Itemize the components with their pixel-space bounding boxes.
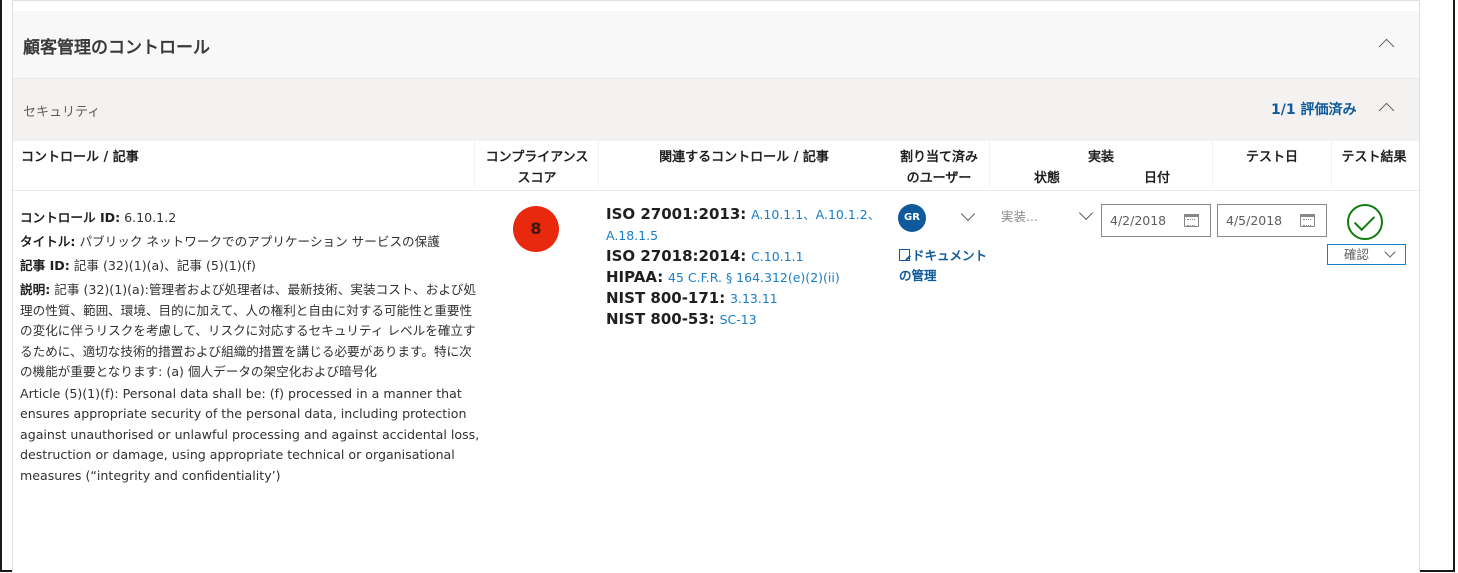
implementation-status-select[interactable]: 実装... [1001, 205, 1097, 228]
document-edit-icon [899, 249, 910, 261]
chevron-down-icon [1384, 246, 1396, 258]
implementation-status-placeholder: 実装... [1001, 209, 1038, 224]
controls-card: 顧客管理のコントロール セキュリティ 1/1 評価済み コントロール / 記事 … [12, 0, 1420, 572]
control-details: コントロール ID: 6.10.1.2 タイトル: パブリック ネットワークでの… [20, 206, 480, 486]
group-title: セキュリティ [23, 105, 101, 120]
column-header-score-line1: コンプライアンス [485, 150, 589, 165]
article-id-line: 記事 ID: 記事 (32)(1)(a)、記事 (5)(1)(f) [20, 254, 480, 278]
column-header-impl-status: 状態 [1033, 171, 1060, 186]
compliance-score-badge: 8 [513, 206, 559, 252]
column-header-assigned-line2: のユーザー [906, 171, 972, 186]
header-rule [13, 190, 1419, 191]
article-text: Article (5)(1)(f): Personal data shall b… [20, 385, 480, 483]
column-header-control: コントロール / 記事 [21, 150, 139, 165]
description-label: 説明: [20, 282, 51, 297]
check-circle-icon [1347, 204, 1383, 240]
section-title: 顧客管理のコントロール [23, 38, 210, 58]
confirm-label: 確認 [1344, 247, 1370, 262]
column-header-test-date: テスト日 [1245, 150, 1298, 165]
column-divider [474, 141, 475, 187]
collapse-group-chevron-icon[interactable] [1378, 102, 1395, 119]
section-header[interactable]: 顧客管理のコントロール [13, 11, 1419, 79]
related-standard: NIST 800-53: [606, 310, 715, 328]
column-header-score-line2: スコア [517, 171, 557, 186]
column-header-related: 関連するコントロール / 記事 [659, 150, 829, 165]
column-header-test-result: テスト結果 [1341, 150, 1407, 165]
related-control-item: NIST 800-171: 3.13.11 [606, 288, 881, 309]
column-header-impl-date: 日付 [1143, 171, 1170, 186]
column-header-implementation: 実装 [1087, 150, 1114, 165]
manage-document-label: ドキュメントの管理 [899, 248, 988, 283]
column-header-assigned-line1: 割り当て済み [899, 150, 978, 165]
related-standard: ISO 27001:2013: [606, 205, 747, 223]
group-header[interactable]: セキュリティ 1/1 評価済み [13, 79, 1419, 141]
collapse-section-chevron-icon[interactable] [1378, 38, 1395, 55]
control-id-label: コントロール ID: [20, 210, 121, 225]
related-refs-link[interactable]: SC-13 [720, 312, 757, 327]
control-title-line: タイトル: パブリック ネットワークでのアプリケーション サービスの保護 [20, 230, 480, 254]
chevron-down-icon [1078, 205, 1094, 221]
article-id-label: 記事 ID: [20, 258, 70, 273]
related-refs-link[interactable]: C.10.1.1 [751, 249, 803, 264]
related-control-item: HIPAA: 45 C.F.R. § 164.312(e)(2)(ii) [606, 267, 881, 288]
assigned-user-dropdown-chevron-icon[interactable] [960, 206, 976, 222]
column-header-score: コンプライアンス スコア [476, 147, 598, 189]
control-id-value: 6.10.1.2 [124, 210, 177, 225]
control-title-label: タイトル: [20, 234, 76, 249]
related-control-item: NIST 800-53: SC-13 [606, 309, 881, 330]
group-assessed-status: 1/1 評価済み [1271, 102, 1357, 118]
control-title-value: パブリック ネットワークでのアプリケーション サービスの保護 [79, 234, 440, 249]
column-header-assigned: 割り当て済み のユーザー [889, 147, 989, 189]
calendar-icon[interactable] [1300, 214, 1315, 227]
related-refs-link[interactable]: 3.13.11 [730, 291, 778, 306]
related-control-item: ISO 27001:2013: A.10.1.1、A.10.1.2、A.18.1… [606, 204, 881, 246]
related-refs-link[interactable]: 45 C.F.R. § 164.312(e)(2)(ii) [668, 270, 840, 285]
related-controls-list: ISO 27001:2013: A.10.1.1、A.10.1.2、A.18.1… [606, 204, 881, 330]
calendar-icon[interactable] [1184, 214, 1199, 227]
manage-document-link[interactable]: ドキュメントの管理 [899, 246, 999, 286]
article-id-value: 記事 (32)(1)(a)、記事 (5)(1)(f) [73, 258, 256, 273]
description-value: 記事 (32)(1)(a):管理者および処理者は、最新技術、実装コスト、および処… [20, 282, 477, 379]
related-standard: NIST 800-171: [606, 289, 726, 307]
control-id-line: コントロール ID: 6.10.1.2 [20, 206, 480, 230]
control-description: 説明: 記事 (32)(1)(a):管理者および処理者は、最新技術、実装コスト、… [20, 280, 480, 383]
test-result-confirm-dropdown[interactable]: 確認 [1327, 244, 1406, 265]
related-standard: HIPAA: [606, 268, 664, 286]
related-standard: ISO 27018:2014: [606, 247, 747, 265]
assigned-user-avatar[interactable]: GR [898, 204, 926, 232]
related-control-item: ISO 27018:2014: C.10.1.1 [606, 246, 881, 267]
